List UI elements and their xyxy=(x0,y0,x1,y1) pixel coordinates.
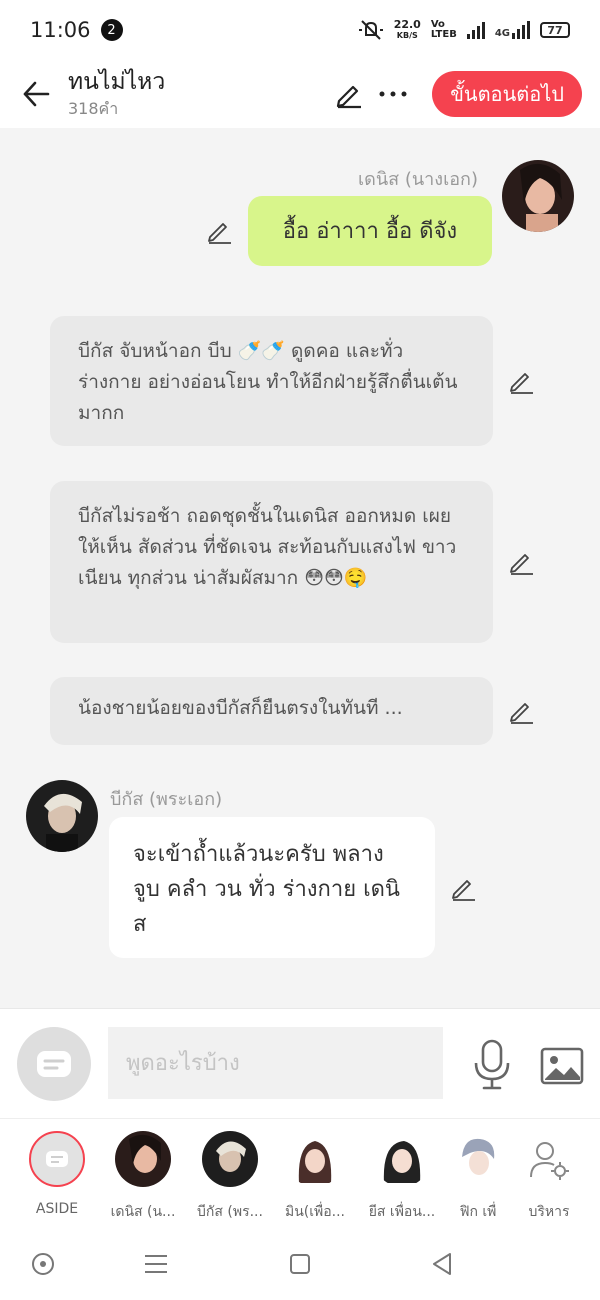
chat-area[interactable]: เดนิส (นางเอก) อื้อ อ่าาาา อื้อ ดีจัง บี… xyxy=(0,128,600,1008)
aside-avatar xyxy=(29,1131,85,1187)
back-button[interactable] xyxy=(18,76,54,112)
narration-bubble[interactable]: บีกัสไม่รอช้า ถอดชุดชั้นในเดนิส ออกหมด เ… xyxy=(50,481,493,643)
word-count: 318คำ xyxy=(68,98,119,118)
character-label: ยีส เพื่อน... xyxy=(368,1204,436,1220)
pencil-icon[interactable] xyxy=(449,874,477,902)
character-label: มิน(เพื่อ... xyxy=(284,1204,346,1220)
character-selector: ASIDE เดนิส (น... บีกัส (พร... มิน(เพื่อ… xyxy=(0,1118,600,1226)
sender-name: เดนิส (นางเอก) xyxy=(358,169,478,190)
microphone-icon[interactable] xyxy=(472,1039,512,1091)
assistant-circle-icon[interactable] xyxy=(29,1250,57,1278)
character-label: บีกัส (พร... xyxy=(197,1204,263,1220)
title-box: ทนไม่ไหว 318คำ xyxy=(68,67,165,122)
arrow-left-icon xyxy=(23,81,50,107)
more-options-button[interactable] xyxy=(376,77,410,111)
story-title: ทนไม่ไหว xyxy=(68,68,166,95)
character-yis[interactable]: ยีส เพื่อน... xyxy=(362,1131,442,1223)
character-label: บริหาร xyxy=(528,1204,570,1220)
character-avatar xyxy=(450,1131,506,1187)
character-denis[interactable]: เดนิส (น... xyxy=(103,1131,183,1223)
notification-count-badge: 2 xyxy=(100,19,123,41)
user-settings-icon xyxy=(530,1142,569,1180)
message-bubble-left[interactable]: จะเข้าถ้ำแล้วนะครับ พลาง จูบ คลำ วน ทั่ว… xyxy=(109,817,435,958)
pencil-icon xyxy=(337,85,362,109)
manage-icon-wrap xyxy=(521,1131,577,1187)
status-time: 11:06 xyxy=(30,18,91,42)
pencil-icon[interactable] xyxy=(507,367,535,395)
avatar-denis-image xyxy=(502,160,574,232)
back-triangle-icon[interactable] xyxy=(428,1250,456,1278)
battery-level: 77 xyxy=(547,23,563,37)
message-input[interactable] xyxy=(108,1027,443,1099)
net-type: 4G xyxy=(494,28,510,39)
volte-indicator: Vo LTEB xyxy=(431,20,457,40)
narration-bubble[interactable]: บีกัส จับหน้าอก บีบ 🍼🍼 ดูดคอ และทั่วร่าง… xyxy=(50,316,493,446)
pencil-icon[interactable] xyxy=(507,548,535,576)
image-icon[interactable] xyxy=(540,1047,584,1087)
network-speed: 22.0 KB/S xyxy=(394,19,421,41)
character-aside[interactable]: ASIDE xyxy=(17,1131,97,1217)
avatar-bigas[interactable] xyxy=(26,780,98,852)
next-step-button[interactable]: ขั้นตอนต่อไป xyxy=(432,71,582,117)
speed-unit: KB/S xyxy=(396,31,418,40)
character-min[interactable]: มิน(เพื่อ... xyxy=(275,1131,355,1223)
system-nav-bar xyxy=(0,1226,600,1300)
narration-chat-icon xyxy=(46,1151,68,1167)
character-avatar xyxy=(115,1131,171,1187)
pencil-icon[interactable] xyxy=(507,697,535,725)
character-avatar xyxy=(287,1131,343,1187)
more-dots-icon xyxy=(379,91,407,97)
battery-icon: 77 xyxy=(540,22,570,38)
narration-chat-icon xyxy=(37,1051,71,1077)
avatar-denis[interactable] xyxy=(502,160,574,232)
signal-4g-icon: 4G xyxy=(495,21,530,39)
volte-bottom: LTEB xyxy=(430,29,457,40)
character-avatar xyxy=(374,1131,430,1187)
pencil-icon[interactable] xyxy=(205,217,233,245)
message-input-bar xyxy=(0,1008,600,1118)
mute-bell-icon xyxy=(358,20,383,40)
character-bigas[interactable]: บีกัส (พร... xyxy=(190,1131,270,1223)
avatar-bigas-image xyxy=(26,780,98,852)
character-label: ฟิก เพื่ xyxy=(459,1204,497,1220)
character-label: ASIDE xyxy=(35,1201,79,1217)
character-label: เดนิส (น... xyxy=(110,1204,176,1220)
aside-toggle-button[interactable] xyxy=(17,1027,91,1101)
manage-characters-button[interactable]: บริหาร xyxy=(509,1131,589,1223)
story-header: ทนไม่ไหว 318คำ ขั้นตอนต่อไป xyxy=(0,60,600,128)
signal-icon xyxy=(466,21,485,39)
menu-lines-icon[interactable] xyxy=(142,1250,170,1278)
narration-bubble[interactable]: น้องชายน้อยของบีกัสก็ยืนตรงในทันที ... xyxy=(50,677,493,745)
status-bar: 11:06 2 22.0 KB/S Vo LTEB 4G 77 xyxy=(0,0,600,60)
sender-name: บีกัส (พระเอก) xyxy=(110,789,223,810)
message-bubble-right[interactable]: อื้อ อ่าาาา อื้อ ดีจัง xyxy=(248,196,492,266)
home-square-icon[interactable] xyxy=(286,1250,314,1278)
speed-value: 22.0 xyxy=(393,18,421,31)
character-avatar xyxy=(202,1131,258,1187)
character-fik[interactable]: ฟิก เพื่ xyxy=(448,1131,508,1223)
edit-title-button[interactable] xyxy=(332,77,366,111)
